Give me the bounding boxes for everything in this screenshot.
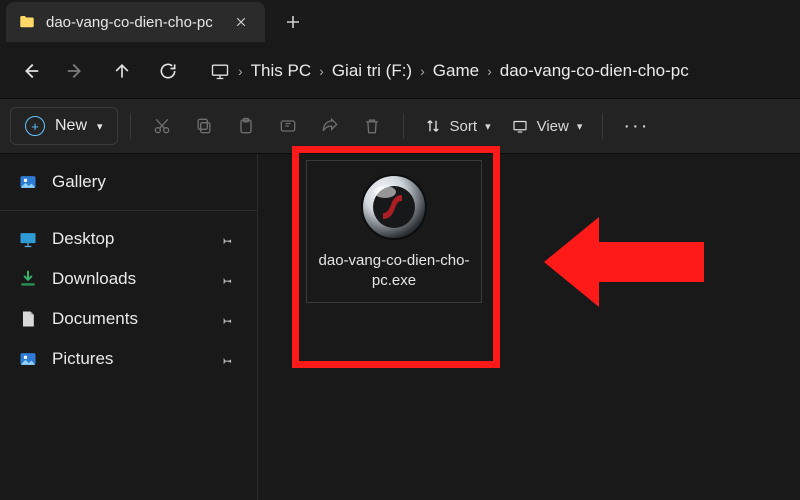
annotation-arrow-icon (544, 212, 704, 312)
rename-button[interactable] (269, 108, 307, 144)
share-button[interactable] (311, 108, 349, 144)
ellipsis-icon: ··· (623, 115, 649, 138)
chevron-down-icon: ▾ (577, 120, 583, 133)
sidebar: Gallery Desktop Downloads (0, 154, 258, 500)
pin-icon (220, 313, 233, 326)
plus-circle-icon: + (25, 116, 45, 136)
back-button[interactable] (10, 51, 50, 91)
file-name: dao-vang-co-dien-cho-pc.exe (314, 251, 474, 292)
crumb-folder-game[interactable]: Game (433, 61, 479, 81)
content-pane[interactable]: dao-vang-co-dien-cho-pc.exe (258, 154, 800, 500)
pin-icon (220, 233, 233, 246)
breadcrumb: › This PC › Giai tri (F:) › Game › dao-v… (210, 61, 689, 81)
crumb-this-pc[interactable]: This PC (251, 61, 311, 81)
view-button[interactable]: View ▾ (503, 108, 591, 144)
sidebar-item-documents[interactable]: Documents (0, 299, 257, 339)
separator (602, 113, 603, 139)
sidebar-divider (0, 210, 257, 211)
downloads-icon (18, 269, 38, 289)
pictures-icon (18, 349, 38, 369)
sort-label: Sort (450, 118, 478, 135)
separator (403, 113, 404, 139)
sort-button[interactable]: Sort ▾ (416, 108, 499, 144)
folder-icon (18, 13, 36, 31)
paste-button[interactable] (227, 108, 265, 144)
view-label: View (537, 118, 569, 135)
sidebar-item-downloads[interactable]: Downloads (0, 259, 257, 299)
chevron-right-icon: › (487, 63, 492, 79)
crumb-drive[interactable]: Giai tri (F:) (332, 61, 412, 81)
this-pc-icon[interactable] (210, 61, 230, 81)
sidebar-label: Documents (52, 309, 138, 329)
nav-bar: › This PC › Giai tri (F:) › Game › dao-v… (0, 44, 800, 98)
pin-icon (220, 353, 233, 366)
forward-button[interactable] (56, 51, 96, 91)
sidebar-label: Downloads (52, 269, 136, 289)
chevron-down-icon: ▾ (97, 120, 103, 133)
separator (130, 113, 131, 139)
more-button[interactable]: ··· (615, 108, 657, 144)
cut-button[interactable] (143, 108, 181, 144)
pin-icon (220, 273, 233, 286)
new-button[interactable]: + New ▾ (10, 107, 118, 145)
explorer-window: dao-vang-co-dien-cho-pc › This PC (0, 0, 800, 500)
chevron-right-icon: › (420, 63, 425, 79)
toolbar: + New ▾ Sort ▾ View (0, 98, 800, 154)
sidebar-item-desktop[interactable]: Desktop (0, 219, 257, 259)
chevron-down-icon: ▾ (485, 120, 491, 133)
new-tab-button[interactable] (273, 2, 313, 42)
gallery-icon (18, 172, 38, 192)
sidebar-label: Gallery (52, 172, 106, 192)
sidebar-item-pictures[interactable]: Pictures (0, 339, 257, 379)
sidebar-item-gallery[interactable]: Gallery (0, 162, 257, 202)
copy-button[interactable] (185, 108, 223, 144)
up-button[interactable] (102, 51, 142, 91)
tab-title: dao-vang-co-dien-cho-pc (46, 14, 213, 31)
tab-bar: dao-vang-co-dien-cho-pc (0, 0, 800, 44)
sidebar-label: Pictures (52, 349, 113, 369)
file-item[interactable]: dao-vang-co-dien-cho-pc.exe (306, 160, 482, 303)
sidebar-label: Desktop (52, 229, 114, 249)
flash-player-icon (358, 171, 430, 243)
documents-icon (18, 309, 38, 329)
new-label: New (55, 117, 87, 135)
tab-close-button[interactable] (229, 10, 253, 34)
active-tab[interactable]: dao-vang-co-dien-cho-pc (6, 2, 265, 42)
refresh-button[interactable] (148, 51, 188, 91)
desktop-icon (18, 229, 38, 249)
body: Gallery Desktop Downloads (0, 154, 800, 500)
crumb-current[interactable]: dao-vang-co-dien-cho-pc (500, 61, 689, 81)
delete-button[interactable] (353, 108, 391, 144)
chevron-right-icon: › (319, 63, 324, 79)
chevron-right-icon: › (238, 63, 243, 79)
